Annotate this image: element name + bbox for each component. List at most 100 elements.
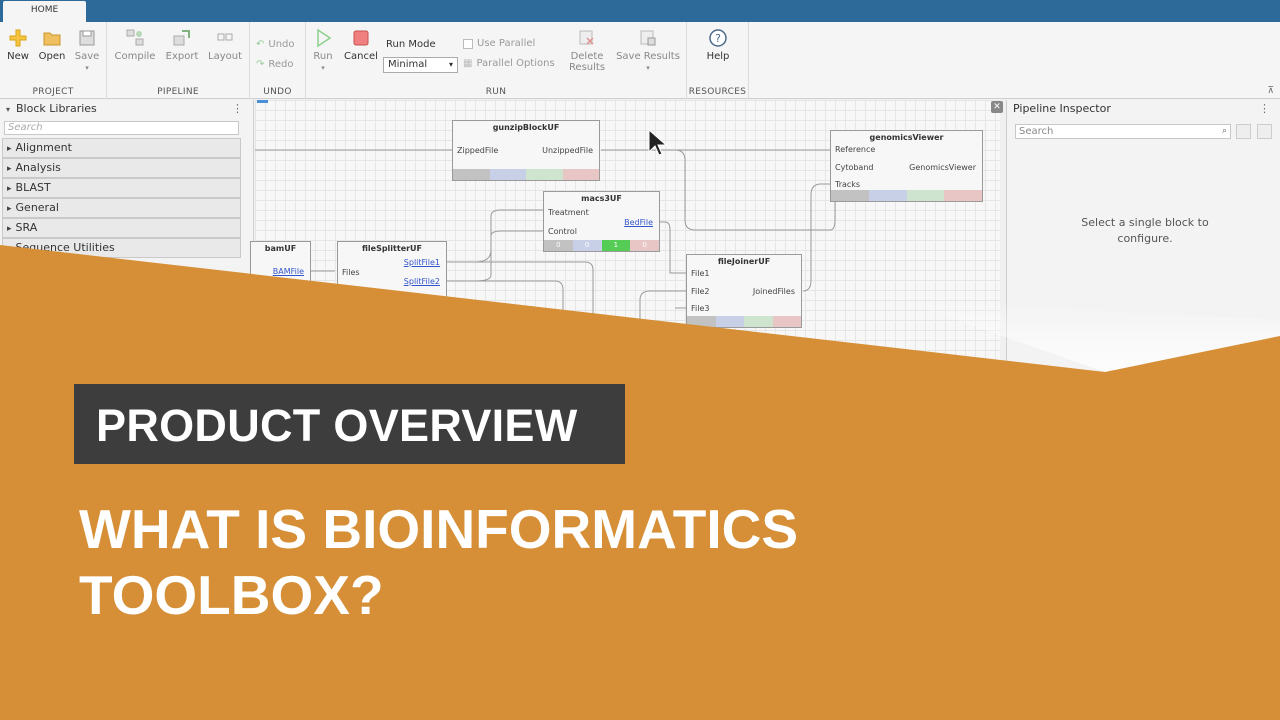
port-reference[interactable]: Reference — [835, 145, 875, 154]
compile-button[interactable]: Compile — [112, 28, 158, 62]
parallel-options-button[interactable]: ▦ Parallel Options — [463, 58, 555, 69]
port-cytoband[interactable]: Cytoband — [835, 163, 873, 172]
resources-group: ? Help RESOURCES — [687, 22, 749, 99]
port-split-file-1[interactable]: SplitFile1 — [404, 258, 440, 267]
delete-results-button[interactable]: Delete Results — [567, 28, 607, 73]
undo-button[interactable]: ↶ Undo — [256, 39, 295, 50]
block-title: fileJoinerUF — [717, 257, 771, 266]
help-button[interactable]: ? Help — [698, 28, 738, 62]
block-title: gunzipBlockUF — [492, 123, 560, 132]
run-group: Run ▾ Cancel Run Mode Minimal ▾ Use Paral… — [306, 22, 687, 99]
play-icon — [317, 28, 332, 48]
library-item-alignment[interactable]: Alignment — [2, 138, 241, 158]
port-zipped-file[interactable]: ZippedFile — [457, 146, 498, 155]
mouse-cursor-icon — [648, 128, 667, 156]
port-bed-file[interactable]: BedFile — [624, 218, 653, 227]
close-icon[interactable]: ✕ — [991, 101, 1003, 113]
compile-icon — [126, 29, 144, 46]
pipeline-inspector-header: Pipeline Inspector ⋮ — [1007, 100, 1280, 118]
block-libraries-header: ▾ Block Libraries ⋮ — [0, 100, 253, 118]
product-overview-text: PRODUCT OVERVIEW — [96, 400, 578, 451]
pipeline-canvas[interactable]: gunzipBlockUF ZippedFile UnzippedFile ge… — [250, 100, 1003, 360]
redo-button[interactable]: ↷ Redo — [256, 59, 294, 70]
canvas-indicator — [257, 100, 268, 103]
svg-text:?: ? — [715, 32, 721, 45]
redo-arrow-icon: ↷ — [256, 59, 265, 70]
collapse-arrow-icon[interactable]: ▾ — [6, 105, 10, 114]
pipeline-inspector-panel: Pipeline Inspector ⋮ Search ⌕ Select a s… — [1006, 100, 1280, 370]
block-bam[interactable]: bamUF BAMFile — [250, 241, 311, 303]
collapse-all-icon[interactable] — [1257, 124, 1272, 139]
tab-home[interactable]: HOME — [3, 1, 86, 22]
port-files[interactable]: Files — [342, 268, 360, 277]
use-parallel-checkbox[interactable]: Use Parallel — [463, 38, 535, 49]
collapse-ribbon-icon[interactable]: ⊼ — [1267, 86, 1274, 96]
delete-results-icon — [579, 30, 594, 45]
library-item-analysis[interactable]: Analysis — [2, 158, 241, 178]
export-button[interactable]: Export — [162, 28, 202, 62]
parallel-options-icon: ▦ — [463, 58, 473, 69]
port-treatment[interactable]: Treatment — [548, 208, 589, 217]
port-file-2[interactable]: File2 — [691, 287, 709, 296]
port-unzipped-file[interactable]: UnzippedFile — [542, 146, 593, 155]
block-macs3[interactable]: macs3UF Treatment Control BedFile 0 0 1 … — [543, 191, 660, 252]
block-title: fileSplitterUF — [361, 244, 423, 253]
project-group: New Open Save ▾ PROJECT — [0, 22, 107, 99]
toolstrip-ribbon: New Open Save ▾ PROJECT Compile Export La… — [0, 22, 1280, 99]
port-split-file-2[interactable]: SplitFile2 — [404, 277, 440, 286]
block-libraries-panel: ▾Block Libraries ⋮ Search Alignment Anal… — [0, 100, 254, 360]
chevron-down-icon: ▾ — [321, 64, 325, 72]
chevron-down-icon: ▾ — [85, 64, 89, 72]
resources-group-label: RESOURCES — [688, 87, 747, 97]
block-gunzip[interactable]: gunzipBlockUF ZippedFile UnzippedFile — [452, 120, 600, 181]
inspector-search-input[interactable]: Search ⌕ — [1015, 124, 1231, 139]
panel-menu-icon[interactable]: ⋮ — [232, 100, 243, 118]
export-icon — [173, 30, 190, 46]
undo-arrow-icon: ↶ — [256, 39, 265, 50]
save-button[interactable]: Save ▾ — [67, 28, 107, 73]
port-tracks[interactable]: Tracks — [835, 180, 860, 189]
library-search-input[interactable]: Search — [4, 121, 239, 135]
port-genomics-viewer[interactable]: GenomicsViewer — [909, 163, 976, 172]
expand-all-icon[interactable] — [1236, 124, 1251, 139]
block-title: macs3UF — [581, 194, 622, 203]
stop-icon — [353, 30, 369, 46]
library-item-general[interactable]: General — [2, 198, 241, 218]
run-group-label: RUN — [485, 87, 507, 97]
run-button[interactable]: Run ▾ — [303, 28, 343, 73]
panel-menu-icon[interactable]: ⋮ — [1259, 100, 1270, 118]
folder-icon — [43, 32, 61, 46]
save-results-icon — [640, 30, 656, 46]
save-results-button[interactable]: Save Results ▾ — [613, 28, 683, 73]
port-control[interactable]: Control — [548, 227, 577, 236]
new-plus-icon — [9, 29, 27, 47]
port-file-1[interactable]: File1 — [691, 269, 709, 278]
port-joined-files[interactable]: JoinedFiles — [753, 287, 795, 296]
chevron-down-icon: ▾ — [646, 64, 650, 72]
chevron-down-icon: ▾ — [448, 60, 453, 69]
checkbox-icon — [463, 38, 473, 49]
layout-button[interactable]: Layout — [205, 28, 245, 62]
run-mode-label: Run Mode — [386, 39, 436, 50]
port-bam-file[interactable]: BAMFile — [273, 267, 304, 276]
port-file-3[interactable]: File3 — [691, 304, 709, 313]
open-button[interactable]: Open — [32, 28, 72, 62]
block-status-bar — [453, 169, 599, 180]
library-item-sra[interactable]: SRA — [2, 218, 241, 238]
product-overview-label: PRODUCT OVERVIEW — [74, 384, 625, 464]
block-title: genomicsViewer — [869, 133, 944, 142]
search-icon: ⌕ — [1221, 126, 1227, 136]
block-file-joiner[interactable]: fileJoinerUF File1 File2 File3 JoinedFil… — [686, 254, 802, 328]
block-file-splitter[interactable]: fileSplitterUF Files SplitFile1 SplitFil… — [337, 241, 447, 303]
floppy-disk-icon — [79, 30, 95, 46]
cancel-button[interactable]: Cancel — [341, 28, 381, 62]
library-item-blast[interactable]: BLAST — [2, 178, 241, 198]
run-mode-select[interactable]: Minimal ▾ — [383, 57, 458, 73]
title-bar: HOME — [0, 0, 1280, 22]
block-status-bar — [831, 190, 982, 201]
video-title: WHAT IS BIOINFORMATICS TOOLBOX? — [79, 498, 799, 626]
library-item-sequence-utilities[interactable]: Sequence Utilities — [2, 238, 241, 258]
block-genomics-viewer[interactable]: genomicsViewer Reference Cytoband Tracks… — [830, 130, 983, 202]
undo-group-label: UNDO — [263, 87, 292, 97]
undo-group: ↶ Undo ↷ Redo UNDO — [250, 22, 306, 99]
